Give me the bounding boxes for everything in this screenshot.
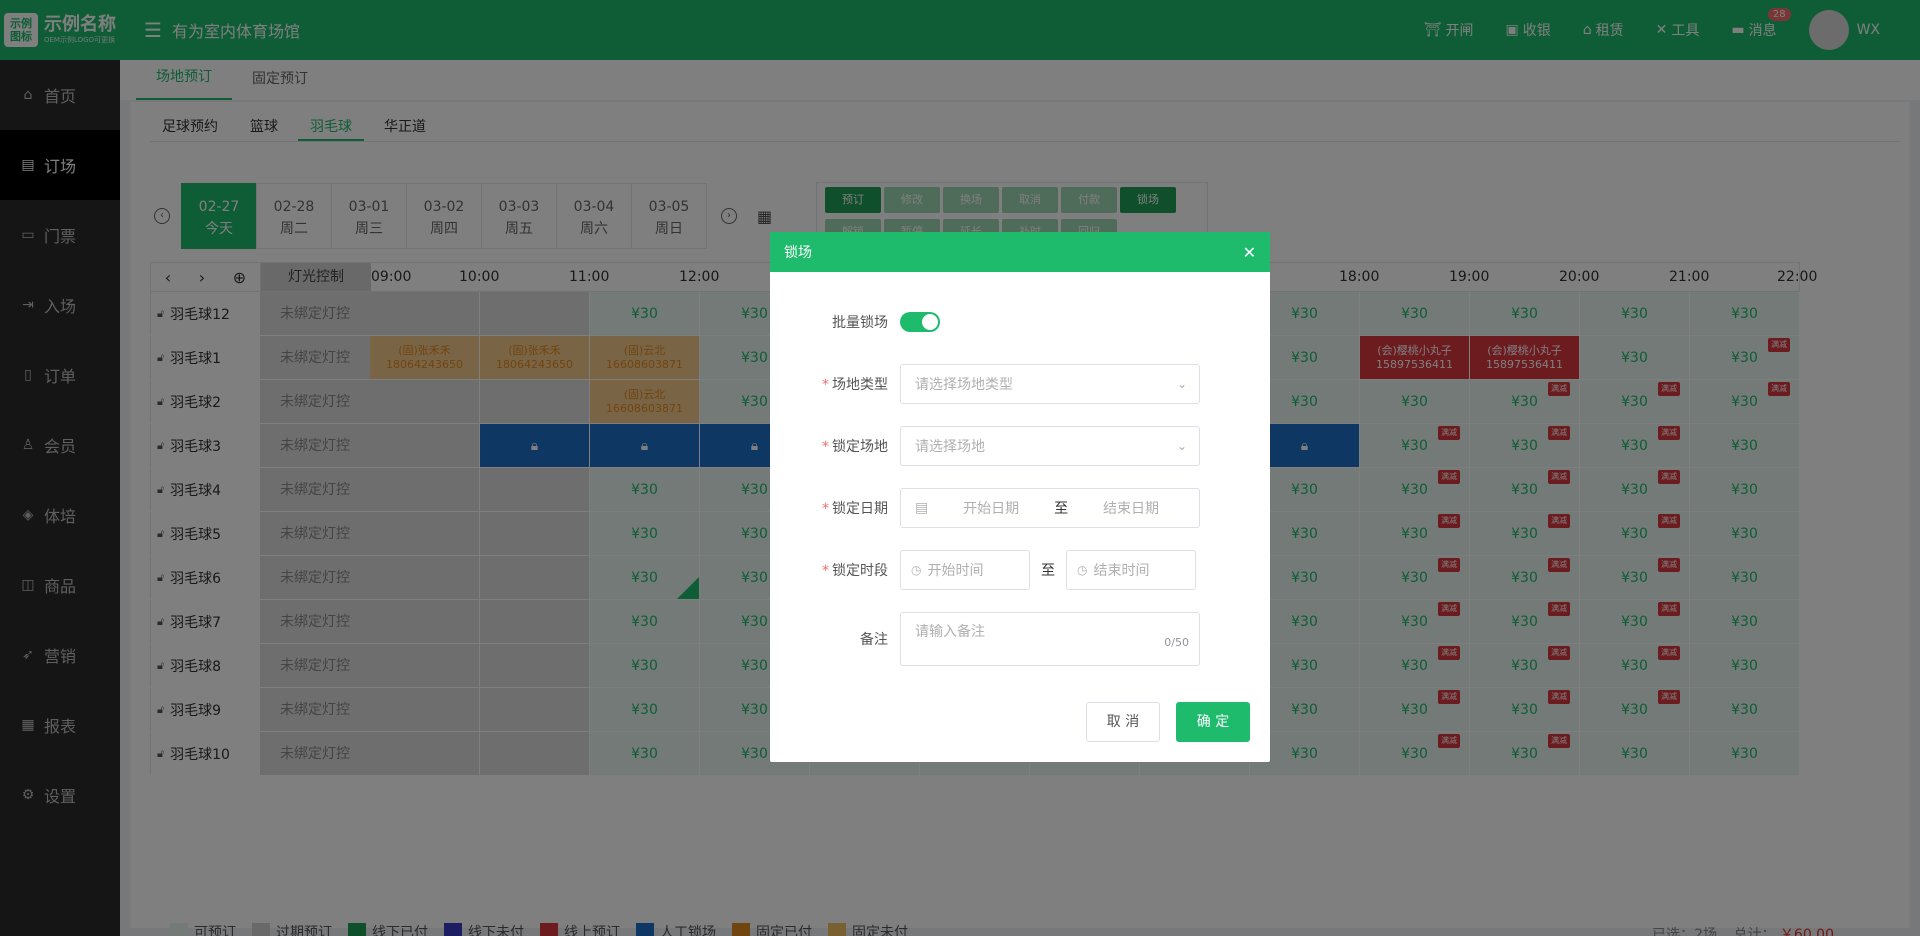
calendar-icon: ▤ bbox=[915, 500, 929, 516]
chevron-down-icon: ⌄ bbox=[1176, 377, 1187, 391]
lock-court-dialog: 锁场 ✕ 批量锁场 * 场地类型 请选择场地类型 ⌄ * 锁定场地 请选择场地 ⌄ … bbox=[770, 232, 1270, 762]
start-date-input[interactable]: 开始日期 bbox=[963, 498, 1019, 518]
court-type-label: * 场地类型 bbox=[822, 377, 888, 393]
court-label: * 锁定场地 bbox=[822, 439, 888, 455]
end-date-input[interactable]: 结束日期 bbox=[1103, 498, 1159, 518]
end-time-input[interactable]: ◷ 结束时间 bbox=[1066, 550, 1196, 590]
date-label: * 锁定日期 bbox=[822, 501, 888, 517]
note-row: 备注 请输入备注 0/50 bbox=[770, 612, 1270, 666]
cancel-button[interactable]: 取 消 bbox=[1086, 702, 1160, 742]
batch-lock-toggle[interactable] bbox=[900, 312, 940, 332]
note-label: 备注 bbox=[860, 632, 888, 648]
confirm-button[interactable]: 确 定 bbox=[1176, 702, 1250, 742]
clock-icon: ◷ bbox=[911, 563, 922, 577]
range-separator: 至 bbox=[1054, 501, 1069, 517]
court-row: * 锁定场地 请选择场地 ⌄ bbox=[770, 426, 1270, 466]
note-char-count: 0/50 bbox=[1164, 636, 1189, 649]
dialog-header: 锁场 ✕ bbox=[770, 232, 1270, 272]
court-type-select[interactable]: 请选择场地类型 ⌄ bbox=[900, 364, 1200, 404]
court-select[interactable]: 请选择场地 ⌄ bbox=[900, 426, 1200, 466]
time-label: * 锁定时段 bbox=[822, 563, 888, 579]
batch-row: 批量锁场 bbox=[770, 302, 1270, 342]
date-row: * 锁定日期 ▤ 开始日期 至 结束日期 bbox=[770, 488, 1270, 528]
start-time-input[interactable]: ◷ 开始时间 bbox=[900, 550, 1030, 590]
lock-form: 批量锁场 * 场地类型 请选择场地类型 ⌄ * 锁定场地 请选择场地 ⌄ * 锁定日期… bbox=[770, 272, 1270, 666]
chevron-down-icon: ⌄ bbox=[1176, 439, 1187, 453]
close-icon[interactable]: ✕ bbox=[1243, 243, 1256, 262]
note-textarea[interactable]: 请输入备注 0/50 bbox=[900, 612, 1200, 666]
dialog-title: 锁场 bbox=[784, 245, 812, 261]
date-range-picker[interactable]: ▤ 开始日期 至 结束日期 bbox=[900, 488, 1200, 528]
dialog-footer: 取 消 确 定 bbox=[1070, 702, 1250, 742]
batch-label: 批量锁场 bbox=[832, 315, 888, 331]
clock-icon: ◷ bbox=[1077, 563, 1088, 577]
time-separator: 至 bbox=[1041, 563, 1055, 579]
time-row: * 锁定时段 ◷ 开始时间 至 ◷ 结束时间 bbox=[770, 550, 1270, 590]
court-type-row: * 场地类型 请选择场地类型 ⌄ bbox=[770, 364, 1270, 404]
